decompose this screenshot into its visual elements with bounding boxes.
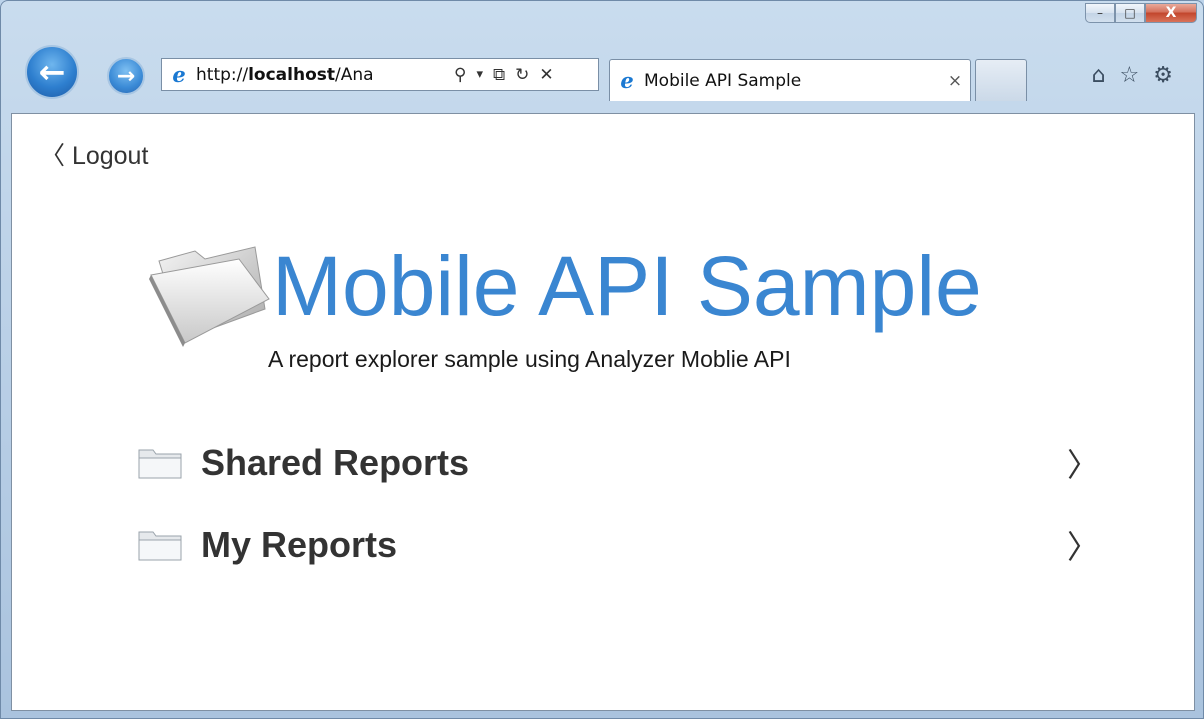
address-tools: ⚲ ▾ ⧉ ↻ ✕ (454, 65, 554, 85)
back-arrow-icon: ← (38, 53, 66, 91)
search-icon[interactable]: ⚲ (454, 65, 466, 85)
folder-icon (138, 531, 182, 561)
forward-arrow-icon: → (116, 63, 136, 89)
url-host: localhost (248, 64, 336, 85)
forward-button[interactable]: → (107, 57, 145, 95)
favorites-star-icon[interactable]: ☆ (1120, 63, 1140, 88)
maximize-button[interactable]: □ (1115, 3, 1145, 23)
tab-title: Mobile API Sample (644, 70, 802, 91)
list-item-label: My Reports (201, 524, 398, 565)
list-item-my-reports[interactable]: My Reports 〉 (137, 517, 1100, 573)
tab-mobile-api-sample[interactable]: e Mobile API Sample × (609, 59, 971, 101)
home-icon[interactable]: ⌂ (1092, 63, 1106, 88)
url-text[interactable]: http://localhost/Ana (196, 65, 446, 85)
page-subtitle: A report explorer sample using Analyzer … (268, 346, 791, 372)
tab-close-icon[interactable]: × (940, 71, 970, 91)
url-path: /Ana (335, 64, 374, 85)
compatibility-view-icon[interactable]: ⧉ (493, 65, 505, 85)
new-tab-button[interactable] (975, 59, 1027, 101)
page-title: Mobile API Sample (272, 239, 982, 333)
minimize-button[interactable]: – (1085, 3, 1115, 23)
url-prefix: http:// (196, 64, 249, 85)
folder-icon (149, 246, 270, 347)
close-button[interactable]: X (1145, 3, 1197, 23)
browser-toolbar: ⌂ ☆ ⚙ (1092, 63, 1173, 88)
list-item-label: Shared Reports (201, 442, 470, 483)
tools-gear-icon[interactable]: ⚙ (1153, 63, 1173, 88)
address-bar[interactable]: e http://localhost/Ana ⚲ ▾ ⧉ ↻ ✕ (161, 58, 599, 91)
window-caption-buttons: – □ X (1085, 3, 1197, 25)
chevron-right-icon: 〉 (1067, 446, 1100, 484)
chevron-right-icon: 〉 (1067, 528, 1100, 566)
ie-logo-icon: e (620, 67, 634, 93)
stop-icon[interactable]: ✕ (539, 65, 553, 85)
logout-link[interactable]: 〈 Logout (40, 136, 148, 172)
refresh-icon[interactable]: ↻ (515, 65, 529, 85)
ie-logo-icon: e (172, 61, 186, 87)
folder-icon (138, 449, 182, 479)
list-item-shared-reports[interactable]: Shared Reports 〉 (137, 435, 1100, 491)
browser-window: – □ X ← → e http://localhost/Ana ⚲ ▾ ⧉ ↻… (0, 0, 1204, 719)
back-button[interactable]: ← (25, 45, 79, 99)
dropdown-icon[interactable]: ▾ (476, 67, 483, 82)
page-content: 〈 Logout Mobile API Sample A report expl… (11, 113, 1195, 711)
